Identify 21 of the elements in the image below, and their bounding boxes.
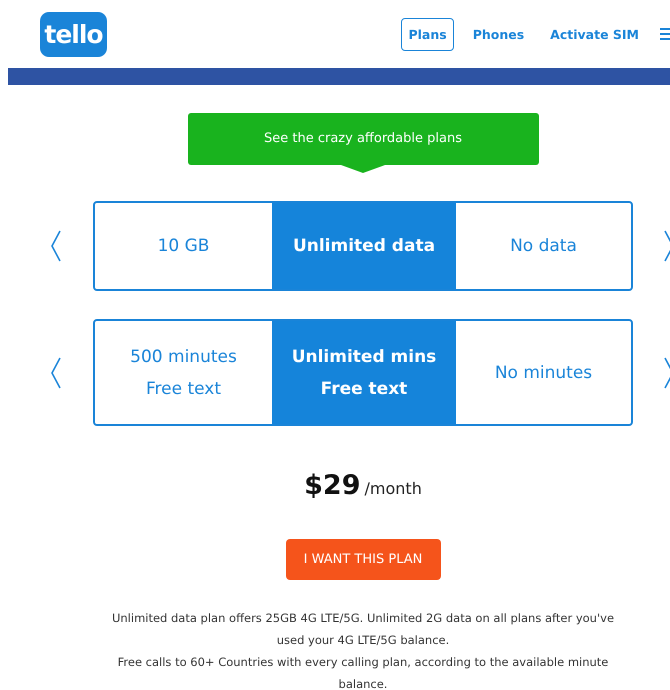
chevron-left-icon[interactable]: [50, 230, 62, 262]
nav-link[interactable]: Phones: [466, 18, 532, 50]
plan-option[interactable]: 500 minutes Free text: [95, 321, 272, 424]
price-period: /month: [364, 479, 422, 498]
select-plan-button[interactable]: I WANT THIS PLAN: [286, 539, 440, 580]
chevron-left-icon[interactable]: [50, 356, 62, 388]
tooltip-pointer: [341, 165, 385, 173]
nav-link[interactable]: Activate SIM: [543, 18, 646, 50]
tello-logo[interactable]: tello: [40, 12, 107, 56]
chevron-right-icon[interactable]: [663, 356, 670, 388]
nav-link[interactable]: Plans: [401, 18, 454, 50]
menu-icon[interactable]: [660, 27, 670, 41]
chevron-right-icon[interactable]: [663, 230, 670, 262]
plan-option[interactable]: No minutes: [456, 321, 631, 424]
price-amount: $29: [304, 470, 361, 501]
plan-note: Unlimited data plan offers 25GB 4G LTE/5G. Unlimited 2G data on all plans after you've used your 4G LTE/5G balance.: [110, 610, 616, 649]
plan-option[interactable]: Unlimited data: [272, 203, 456, 289]
plan-option[interactable]: No data: [456, 203, 631, 289]
plan-option[interactable]: 10 GB: [95, 203, 272, 289]
plan-option[interactable]: Unlimited mins Free text: [272, 321, 456, 424]
plan-note: Free calls to 60+ Countries with every calling plan, according to the available minute balance.: [116, 654, 610, 690]
